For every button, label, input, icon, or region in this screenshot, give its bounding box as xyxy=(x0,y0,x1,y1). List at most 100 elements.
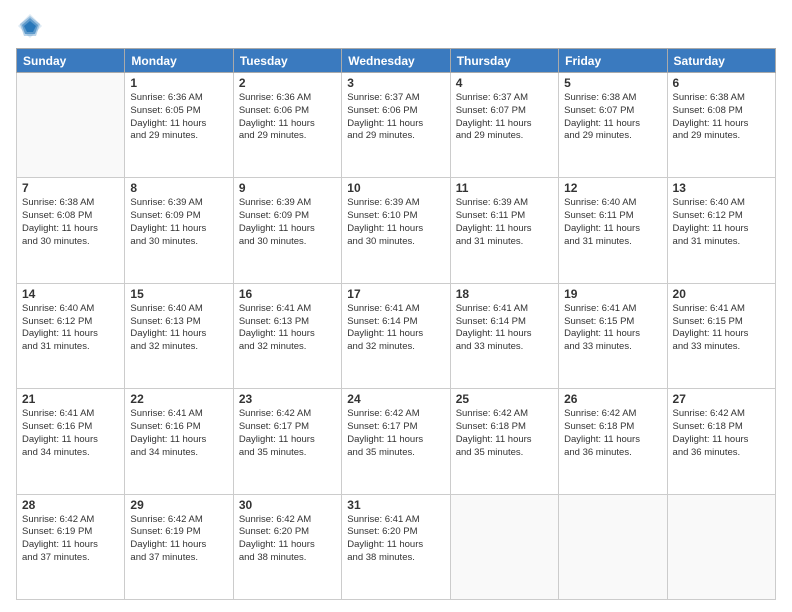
weekday-header: Tuesday xyxy=(233,49,341,73)
calendar-day-cell: 22 Sunrise: 6:41 AM Sunset: 6:16 PM Dayli… xyxy=(125,389,233,494)
calendar-day-cell: 26Sunrise: 6:42 AM Sunset: 6:18 PM Dayli… xyxy=(559,389,667,494)
day-number: 27 xyxy=(673,392,770,406)
weekday-header: Thursday xyxy=(450,49,558,73)
calendar-day-cell: 12 Sunrise: 6:40 AM Sunset: 6:11 PM Dayli… xyxy=(559,178,667,283)
calendar-day-cell: 2 Sunrise: 6:36 AM Sunset: 6:06 PM Daylig… xyxy=(233,73,341,178)
day-number: 9 xyxy=(239,181,336,195)
day-info: Sunrise: 6:41 AM Sunset: 6:20 PM Dayligh… xyxy=(347,514,444,565)
day-info: Sunrise: 6:42 AM Sunset: 6:17 PM Dayligh… xyxy=(239,408,336,459)
calendar-day-cell: 10 Sunrise: 6:39 AM Sunset: 6:10 PM Dayli… xyxy=(342,178,450,283)
logo-icon xyxy=(16,12,44,40)
day-info: Sunrise: 6:38 AM Sunset: 6:07 PM Dayligh… xyxy=(564,92,661,143)
day-number: 30 xyxy=(239,498,336,512)
calendar-week-row: 14 Sunrise: 6:40 AM Sunset: 6:12 PM Dayli… xyxy=(17,283,776,388)
day-number: 17 xyxy=(347,287,444,301)
day-info: Sunrise: 6:40 AM Sunset: 6:11 PM Dayligh… xyxy=(564,197,661,248)
calendar-day-cell: 1 Sunrise: 6:36 AM Sunset: 6:05 PM Daylig… xyxy=(125,73,233,178)
calendar-header-row: SundayMondayTuesdayWednesdayThursdayFrid… xyxy=(17,49,776,73)
calendar-week-row: 28 Sunrise: 6:42 AM Sunset: 6:19 PM Dayli… xyxy=(17,494,776,599)
day-number: 25 xyxy=(456,392,553,406)
weekday-header: Friday xyxy=(559,49,667,73)
day-number: 11 xyxy=(456,181,553,195)
day-info: Sunrise: 6:37 AM Sunset: 6:06 PM Dayligh… xyxy=(347,92,444,143)
calendar-table: SundayMondayTuesdayWednesdayThursdayFrid… xyxy=(16,48,776,600)
day-info: Sunrise: 6:36 AM Sunset: 6:06 PM Dayligh… xyxy=(239,92,336,143)
day-number: 19 xyxy=(564,287,661,301)
day-number: 12 xyxy=(564,181,661,195)
day-number: 14 xyxy=(22,287,119,301)
calendar-day-cell: 13 Sunrise: 6:40 AM Sunset: 6:12 PM Dayli… xyxy=(667,178,775,283)
calendar-day-cell: 6Sunrise: 6:38 AM Sunset: 6:08 PM Daylig… xyxy=(667,73,775,178)
day-number: 1 xyxy=(130,76,227,90)
day-number: 24 xyxy=(347,392,444,406)
calendar-day-cell: 16Sunrise: 6:41 AM Sunset: 6:13 PM Dayli… xyxy=(233,283,341,388)
calendar-day-cell: 11 Sunrise: 6:39 AM Sunset: 6:11 PM Dayli… xyxy=(450,178,558,283)
day-info: Sunrise: 6:41 AM Sunset: 6:15 PM Dayligh… xyxy=(673,303,770,354)
weekday-header: Wednesday xyxy=(342,49,450,73)
weekday-header: Saturday xyxy=(667,49,775,73)
day-info: Sunrise: 6:39 AM Sunset: 6:09 PM Dayligh… xyxy=(130,197,227,248)
calendar-day-cell: 17 Sunrise: 6:41 AM Sunset: 6:14 PM Dayli… xyxy=(342,283,450,388)
day-number: 4 xyxy=(456,76,553,90)
day-info: Sunrise: 6:42 AM Sunset: 6:18 PM Dayligh… xyxy=(673,408,770,459)
day-number: 10 xyxy=(347,181,444,195)
day-info: Sunrise: 6:41 AM Sunset: 6:16 PM Dayligh… xyxy=(22,408,119,459)
weekday-header: Sunday xyxy=(17,49,125,73)
day-number: 15 xyxy=(130,287,227,301)
day-info: Sunrise: 6:42 AM Sunset: 6:18 PM Dayligh… xyxy=(456,408,553,459)
day-number: 3 xyxy=(347,76,444,90)
calendar-day-cell: 20 Sunrise: 6:41 AM Sunset: 6:15 PM Dayli… xyxy=(667,283,775,388)
day-number: 29 xyxy=(130,498,227,512)
day-info: Sunrise: 6:39 AM Sunset: 6:11 PM Dayligh… xyxy=(456,197,553,248)
day-info: Sunrise: 6:41 AM Sunset: 6:13 PM Dayligh… xyxy=(239,303,336,354)
calendar-day-cell: 3 Sunrise: 6:37 AM Sunset: 6:06 PM Daylig… xyxy=(342,73,450,178)
calendar-day-cell xyxy=(450,494,558,599)
calendar-day-cell: 24Sunrise: 6:42 AM Sunset: 6:17 PM Dayli… xyxy=(342,389,450,494)
day-number: 21 xyxy=(22,392,119,406)
day-number: 6 xyxy=(673,76,770,90)
day-number: 23 xyxy=(239,392,336,406)
day-info: Sunrise: 6:39 AM Sunset: 6:09 PM Dayligh… xyxy=(239,197,336,248)
calendar-day-cell xyxy=(17,73,125,178)
calendar-day-cell: 23 Sunrise: 6:42 AM Sunset: 6:17 PM Dayli… xyxy=(233,389,341,494)
calendar-day-cell: 25 Sunrise: 6:42 AM Sunset: 6:18 PM Dayli… xyxy=(450,389,558,494)
day-number: 7 xyxy=(22,181,119,195)
day-info: Sunrise: 6:42 AM Sunset: 6:19 PM Dayligh… xyxy=(22,514,119,565)
day-number: 20 xyxy=(673,287,770,301)
calendar-day-cell: 19Sunrise: 6:41 AM Sunset: 6:15 PM Dayli… xyxy=(559,283,667,388)
day-info: Sunrise: 6:38 AM Sunset: 6:08 PM Dayligh… xyxy=(22,197,119,248)
calendar-week-row: 21 Sunrise: 6:41 AM Sunset: 6:16 PM Dayli… xyxy=(17,389,776,494)
day-number: 26 xyxy=(564,392,661,406)
calendar-day-cell: 15 Sunrise: 6:40 AM Sunset: 6:13 PM Dayli… xyxy=(125,283,233,388)
calendar-day-cell: 9 Sunrise: 6:39 AM Sunset: 6:09 PM Daylig… xyxy=(233,178,341,283)
day-number: 31 xyxy=(347,498,444,512)
day-info: Sunrise: 6:40 AM Sunset: 6:13 PM Dayligh… xyxy=(130,303,227,354)
logo xyxy=(16,12,48,40)
day-info: Sunrise: 6:41 AM Sunset: 6:16 PM Dayligh… xyxy=(130,408,227,459)
day-info: Sunrise: 6:41 AM Sunset: 6:14 PM Dayligh… xyxy=(456,303,553,354)
calendar-day-cell: 8Sunrise: 6:39 AM Sunset: 6:09 PM Daylig… xyxy=(125,178,233,283)
weekday-header: Monday xyxy=(125,49,233,73)
calendar-day-cell: 27 Sunrise: 6:42 AM Sunset: 6:18 PM Dayli… xyxy=(667,389,775,494)
day-info: Sunrise: 6:42 AM Sunset: 6:19 PM Dayligh… xyxy=(130,514,227,565)
calendar-day-cell: 28 Sunrise: 6:42 AM Sunset: 6:19 PM Dayli… xyxy=(17,494,125,599)
day-info: Sunrise: 6:36 AM Sunset: 6:05 PM Dayligh… xyxy=(130,92,227,143)
calendar-week-row: 1 Sunrise: 6:36 AM Sunset: 6:05 PM Daylig… xyxy=(17,73,776,178)
day-number: 2 xyxy=(239,76,336,90)
day-info: Sunrise: 6:42 AM Sunset: 6:20 PM Dayligh… xyxy=(239,514,336,565)
calendar-day-cell: 4 Sunrise: 6:37 AM Sunset: 6:07 PM Daylig… xyxy=(450,73,558,178)
calendar-day-cell: 21 Sunrise: 6:41 AM Sunset: 6:16 PM Dayli… xyxy=(17,389,125,494)
day-info: Sunrise: 6:37 AM Sunset: 6:07 PM Dayligh… xyxy=(456,92,553,143)
calendar-week-row: 7 Sunrise: 6:38 AM Sunset: 6:08 PM Daylig… xyxy=(17,178,776,283)
day-info: Sunrise: 6:41 AM Sunset: 6:14 PM Dayligh… xyxy=(347,303,444,354)
calendar-day-cell: 7 Sunrise: 6:38 AM Sunset: 6:08 PM Daylig… xyxy=(17,178,125,283)
calendar-day-cell: 29 Sunrise: 6:42 AM Sunset: 6:19 PM Dayli… xyxy=(125,494,233,599)
day-number: 28 xyxy=(22,498,119,512)
day-info: Sunrise: 6:39 AM Sunset: 6:10 PM Dayligh… xyxy=(347,197,444,248)
calendar-day-cell: 30 Sunrise: 6:42 AM Sunset: 6:20 PM Dayli… xyxy=(233,494,341,599)
day-number: 18 xyxy=(456,287,553,301)
day-number: 22 xyxy=(130,392,227,406)
day-info: Sunrise: 6:40 AM Sunset: 6:12 PM Dayligh… xyxy=(22,303,119,354)
day-number: 13 xyxy=(673,181,770,195)
day-info: Sunrise: 6:40 AM Sunset: 6:12 PM Dayligh… xyxy=(673,197,770,248)
